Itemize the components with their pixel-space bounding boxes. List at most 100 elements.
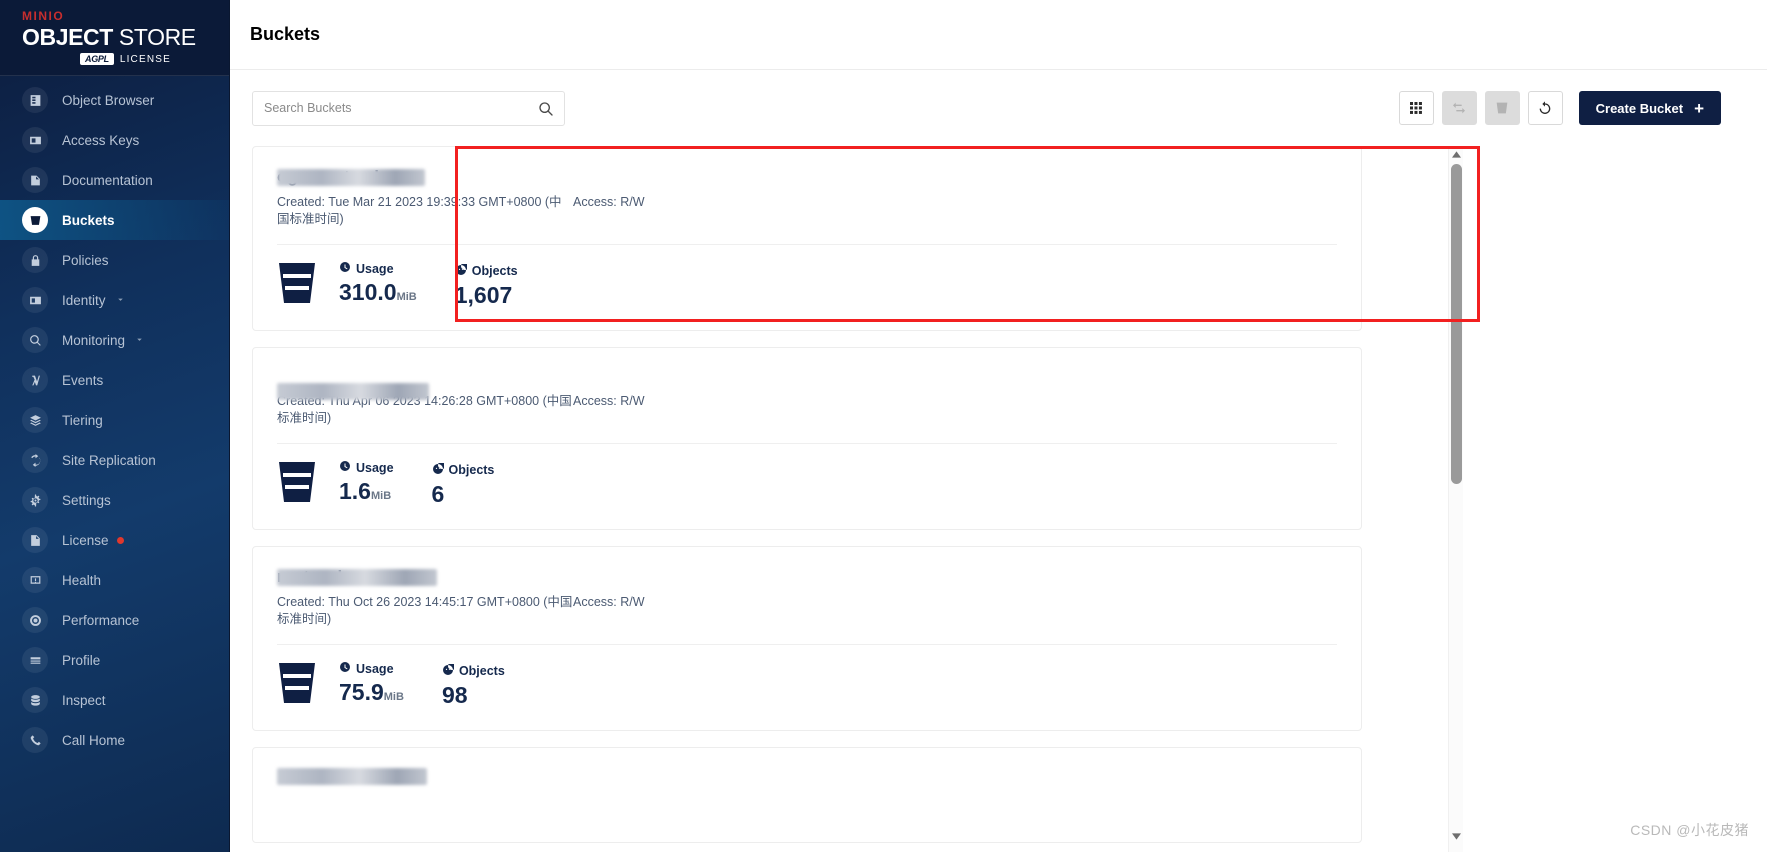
create-bucket-button[interactable]: Create Bucket + bbox=[1578, 91, 1721, 125]
sidebar-item-label: Tiering bbox=[62, 412, 103, 428]
clock-icon bbox=[339, 261, 351, 276]
app-root: MINIO OBJECT STORE AGPL LICENSE Object B… bbox=[0, 0, 1767, 852]
search-input[interactable] bbox=[253, 91, 564, 125]
create-bucket-label: Create Bucket bbox=[1595, 100, 1684, 116]
replication-button bbox=[1441, 91, 1477, 125]
identity-card-icon bbox=[22, 287, 48, 313]
grid-view-button[interactable] bbox=[1398, 91, 1434, 125]
bucket-list-scrollbar[interactable] bbox=[1448, 146, 1463, 852]
access-prefix: Access: bbox=[573, 595, 621, 609]
objects-stat: Objects 98 bbox=[442, 661, 505, 708]
sidebar-item-identity[interactable]: Identity bbox=[0, 280, 229, 320]
toolbar-actions: Create Bucket + bbox=[1398, 91, 1721, 125]
redaction-overlay bbox=[277, 383, 429, 400]
usage-number: 75.9 bbox=[339, 679, 384, 705]
usage-value: 75.9MiB bbox=[339, 679, 404, 710]
access-keys-icon bbox=[22, 127, 48, 153]
sidebar-item-events[interactable]: Events bbox=[0, 360, 229, 400]
objects-stat: Objects 6 bbox=[431, 460, 494, 507]
bucket-card[interactable] bbox=[252, 747, 1362, 843]
usage-value: 310.0MiB bbox=[339, 279, 417, 310]
sidebar-item-inspect[interactable]: Inspect bbox=[0, 680, 229, 720]
replication-icon bbox=[22, 447, 48, 473]
bucket-list-area: oguaranteedev Created: Tue Mar 21 2023 19… bbox=[252, 146, 1767, 852]
logo-license-text: LICENSE bbox=[119, 53, 172, 65]
sidebar-item-health[interactable]: Health bbox=[0, 560, 229, 600]
usage-unit: MiB bbox=[383, 691, 404, 703]
sidebar-item-profile[interactable]: Profile bbox=[0, 640, 229, 680]
search-icon bbox=[538, 101, 554, 122]
bucket-name[interactable] bbox=[277, 768, 427, 790]
sidebar-item-documentation[interactable]: Documentation bbox=[0, 160, 229, 200]
bucket-card[interactable]: rentasahsv Created: Thu Oct 26 2023 14:45… bbox=[252, 546, 1362, 731]
bucket-card[interactable]: oguaranteedev Created: Tue Mar 21 2023 19… bbox=[252, 146, 1362, 331]
sidebar-item-label: Monitoring bbox=[62, 332, 126, 348]
watermark: CSDN @小花皮猪 bbox=[1630, 822, 1749, 838]
objects-stat: Objects 1,607 bbox=[454, 261, 518, 308]
redaction-overlay bbox=[277, 768, 427, 785]
sidebar-item-label: Events bbox=[62, 372, 104, 388]
usage-label: Usage bbox=[356, 261, 394, 276]
license-icon bbox=[22, 527, 48, 553]
bucket-card[interactable]: Created: Thu Apr 06 2023 14:26:28 GMT+08… bbox=[252, 347, 1362, 530]
health-icon bbox=[22, 567, 48, 593]
logo-object-text: OBJECT bbox=[22, 24, 113, 50]
access-value: R/W bbox=[620, 394, 645, 408]
usage-stat: Usage 75.9MiB bbox=[339, 661, 404, 710]
chevron-down-icon[interactable] bbox=[134, 333, 145, 348]
sidebar-item-performance[interactable]: Performance bbox=[0, 600, 229, 640]
sidebar-item-label: Health bbox=[62, 572, 102, 588]
sidebar-item-license[interactable]: License bbox=[0, 520, 229, 560]
sidebar-item-tiering[interactable]: Tiering bbox=[0, 400, 229, 440]
logo-agpl-badge: AGPL bbox=[80, 53, 114, 65]
sidebar-item-monitoring[interactable]: Monitoring bbox=[0, 320, 229, 360]
sidebar-item-access-keys[interactable]: Access Keys bbox=[0, 120, 229, 160]
app-logo: MINIO OBJECT STORE AGPL LICENSE bbox=[0, 0, 229, 76]
lock-icon bbox=[22, 247, 48, 273]
sidebar-item-site-replication[interactable]: Site Replication bbox=[0, 440, 229, 480]
sidebar-item-label: Profile bbox=[62, 652, 101, 668]
logo-minio-text: MINIO bbox=[22, 9, 65, 23]
main-content: Buckets Search Buckets Create Bucket + C… bbox=[230, 0, 1767, 852]
usage-number: 1.6 bbox=[339, 478, 371, 504]
scroll-down-arrow-icon[interactable] bbox=[1449, 828, 1464, 844]
bucket-name[interactable]: oguaranteedev bbox=[277, 167, 425, 187]
chevron-down-icon[interactable] bbox=[115, 293, 126, 308]
sidebar-item-call-home[interactable]: Call Home bbox=[0, 720, 229, 760]
objects-value: 6 bbox=[431, 480, 445, 507]
objects-label: Objects bbox=[471, 264, 518, 278]
sidebar-item-label: Buckets bbox=[62, 212, 115, 228]
layers-icon bbox=[22, 407, 48, 433]
bucket-name[interactable]: rentasahsv bbox=[277, 567, 437, 587]
object-browser-icon bbox=[22, 87, 48, 113]
lambda-icon bbox=[22, 367, 48, 393]
scroll-up-arrow-icon[interactable] bbox=[1449, 146, 1464, 162]
sidebar-item-policies[interactable]: Policies bbox=[0, 240, 229, 280]
sidebar-item-label: Policies bbox=[62, 252, 109, 268]
bucket-icon bbox=[22, 207, 48, 233]
sidebar-item-buckets[interactable]: Buckets bbox=[0, 200, 229, 240]
refresh-button[interactable] bbox=[1527, 91, 1563, 125]
bucket-icon bbox=[277, 460, 317, 509]
scrollbar-thumb[interactable] bbox=[1451, 164, 1462, 484]
sidebar-item-settings[interactable]: Settings bbox=[0, 480, 229, 520]
search-buckets-field[interactable] bbox=[252, 90, 565, 126]
redaction-overlay bbox=[277, 169, 425, 186]
bucket-access: Access: R/W bbox=[573, 393, 645, 427]
usage-stat: Usage 310.0MiB bbox=[339, 261, 417, 310]
access-value: R/W bbox=[620, 195, 645, 209]
created-prefix: Created: bbox=[277, 595, 329, 609]
bucket-created: Created: Tue Mar 21 2023 19:39:33 GMT+08… bbox=[277, 194, 573, 228]
objects-value: 1,607 bbox=[454, 281, 513, 308]
license-notification-dot bbox=[116, 536, 124, 544]
bucket-access: Access: R/W bbox=[573, 594, 645, 628]
objects-icon bbox=[455, 261, 469, 279]
clock-icon bbox=[339, 460, 351, 475]
page-title: Buckets bbox=[250, 24, 321, 44]
plus-icon: + bbox=[1694, 98, 1704, 118]
gear-icon bbox=[22, 487, 48, 513]
sidebar-item-label: Access Keys bbox=[62, 132, 140, 148]
created-prefix: Created: bbox=[277, 195, 329, 209]
sidebar-nav: Object Browser Access Keys Documentation Bu… bbox=[0, 76, 229, 760]
sidebar-item-object-browser[interactable]: Object Browser bbox=[0, 80, 229, 120]
